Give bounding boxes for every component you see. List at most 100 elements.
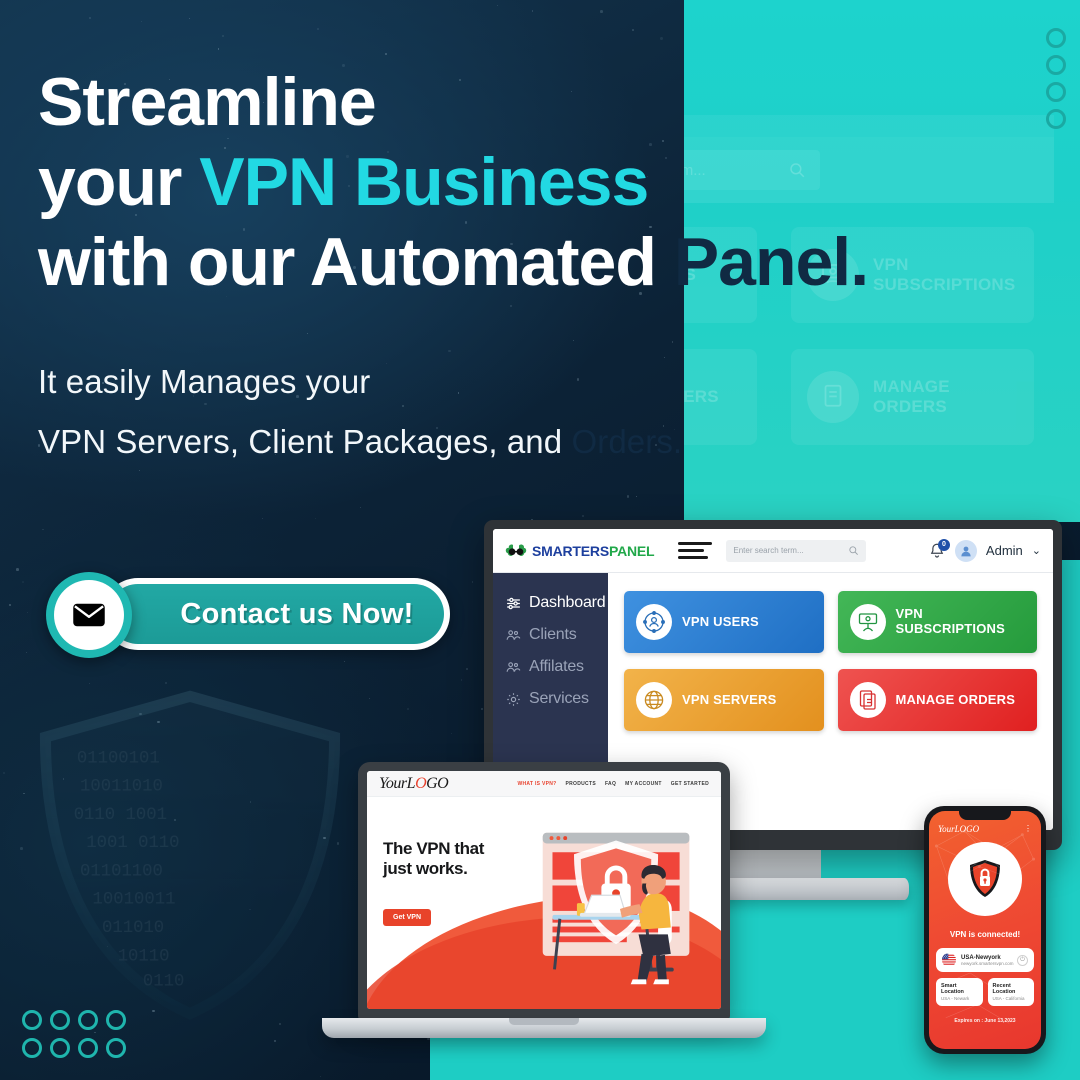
power-icon[interactable]: ⏻ <box>1017 954 1028 966</box>
card-vpn-subscriptions[interactable]: VPN SUBSCRIPTIONS <box>837 591 1037 653</box>
svg-text:011010: 011010 <box>102 919 164 938</box>
hero-subheadline: It easily Manages your VPN Servers, Clie… <box>38 352 938 472</box>
phone-bezel: YourLOGO ⋮ VPN is connected! USA-Newyork… <box>924 806 1046 1054</box>
ring-icon <box>1046 109 1066 129</box>
svg-text:01100101: 01100101 <box>77 749 160 768</box>
nav-link-get-started[interactable]: GET STARTED <box>671 781 709 787</box>
laptop-mockup: YourLOGO WHAT IS VPN? PRODUCTS FAQ MY AC… <box>322 762 766 1062</box>
nav-link-faq[interactable]: FAQ <box>605 781 616 787</box>
kebab-menu-icon[interactable]: ⋮ <box>1024 825 1032 832</box>
sidebar-item-label: Affilates <box>529 658 584 675</box>
gear-icon <box>507 692 520 706</box>
search-input[interactable]: Enter search term... <box>726 539 867 562</box>
money-hand-icon <box>849 604 886 640</box>
ring-icon <box>78 1010 98 1030</box>
headline-line-1: Streamline <box>38 64 377 140</box>
us-flag-icon <box>942 953 956 967</box>
nav-link-products[interactable]: PRODUCTS <box>566 781 596 787</box>
promo-banner: 01100101 10011010 0110 1001 1001 0110 0110… <box>0 0 1080 1080</box>
header-right-actions: 0 Admin ⌄ <box>928 538 1041 562</box>
laptop-trackpad-notch <box>509 1018 579 1025</box>
search-icon <box>849 546 859 555</box>
headline-accent: VPN Business <box>199 144 649 221</box>
card-label: VPN USERS <box>682 613 759 629</box>
headline-line-3: with our Automated Panel. <box>38 224 869 301</box>
website-hero: The VPN that just works. Get VPN <box>367 797 721 1009</box>
server-info: USA-Newyork newyork.smartersvpn.com <box>961 955 1014 966</box>
ring-icon <box>22 1010 42 1030</box>
card-label: MANAGE ORDERS <box>895 691 1016 707</box>
ring-icon <box>50 1010 70 1030</box>
website-navbar: YourLOGO WHAT IS VPN? PRODUCTS FAQ MY AC… <box>367 771 721 797</box>
shield-lock-icon <box>970 860 1000 897</box>
sidebar-item-clients[interactable]: Clients <box>493 619 608 651</box>
selected-server-row[interactable]: USA-Newyork newyork.smartersvpn.com ⏻ <box>936 948 1034 972</box>
card-vpn-users[interactable]: VPN USERS <box>624 591 824 653</box>
headline-dark-word: Panel. <box>673 224 869 301</box>
sidebar-item-services[interactable]: Services <box>493 683 608 715</box>
card-label: VPN SUBSCRIPTIONS <box>895 606 1006 636</box>
users-icon <box>506 629 521 640</box>
ring-icon <box>22 1038 42 1058</box>
hamburger-icon[interactable] <box>678 538 713 563</box>
phone-mockup: YourLOGO ⋮ VPN is connected! USA-Newyork… <box>924 806 1046 1054</box>
ring-icon <box>106 1038 126 1058</box>
nav-link-what-is-vpn[interactable]: WHAT IS VPN? <box>517 781 556 787</box>
website-logo[interactable]: YourLOGO <box>379 774 449 793</box>
svg-text:10011010: 10011010 <box>80 778 163 797</box>
card-label: VPN SERVERS <box>682 691 777 707</box>
users-icon <box>506 661 521 672</box>
svg-text:01101100: 01101100 <box>80 862 163 881</box>
cta-icon-circle[interactable] <box>46 572 132 658</box>
dashboard-header: SMARTERSPANEL Enter search term... 0 Adm… <box>493 529 1053 573</box>
ring-icon <box>106 1010 126 1030</box>
sidebar-item-dashboard[interactable]: Dashboard <box>493 587 608 619</box>
website-headline-line-1: The VPN that <box>383 839 484 858</box>
sidebar-item-affilates[interactable]: Affilates <box>493 651 608 683</box>
logo-o: O <box>415 774 427 792</box>
website-headline: The VPN that just works. <box>383 839 484 880</box>
ring-icon <box>1046 55 1066 75</box>
logo-l: L <box>406 774 416 792</box>
decorative-rings-bottom-left <box>22 1010 126 1058</box>
ring-icon <box>1046 28 1066 48</box>
server-url: newyork.smartersvpn.com <box>961 960 1014 966</box>
location-cards: Smart Location USA - Newark Recent Locat… <box>936 978 1034 1006</box>
subhead-line-2: VPN Servers, Client Packages, and Orders… <box>38 423 683 461</box>
laptop-lid: YourLOGO WHAT IS VPN? PRODUCTS FAQ MY AC… <box>358 762 730 1020</box>
svg-text:10110: 10110 <box>118 947 170 966</box>
hero-headline: Streamline your VPN Business with our Au… <box>38 62 938 303</box>
smart-location-card[interactable]: Smart Location USA - Newark <box>936 978 983 1006</box>
documents-icon <box>849 682 886 718</box>
svg-text:0110 1001: 0110 1001 <box>74 806 167 825</box>
sidebar-item-label: Clients <box>529 626 577 643</box>
recent-location-card[interactable]: Recent Location USA - California <box>987 978 1034 1006</box>
get-vpn-button[interactable]: Get VPN <box>383 909 432 926</box>
avatar[interactable] <box>954 539 977 562</box>
website-nav-links: WHAT IS VPN? PRODUCTS FAQ MY ACCOUNT GET… <box>517 781 709 787</box>
brain-glasses-icon <box>505 544 527 556</box>
account-label[interactable]: Admin <box>986 543 1023 558</box>
logo-secondary: PANEL <box>608 542 655 559</box>
globe-server-icon <box>636 682 672 718</box>
headline-line-2: your VPN Business <box>38 144 649 221</box>
card-manage-orders[interactable]: MANAGE ORDERS <box>837 669 1037 731</box>
notifications-button[interactable]: 0 <box>928 538 950 560</box>
notification-badge: 0 <box>937 538 950 551</box>
contact-us-button[interactable]: Contact us Now! <box>46 572 450 658</box>
sidebar-item-label: Dashboard <box>529 594 606 611</box>
logo-go: GO <box>426 774 449 792</box>
cta-pill[interactable]: Contact us Now! <box>102 578 450 650</box>
network-user-icon <box>636 604 672 640</box>
expiry-text: Expires on : June 13,2023 <box>954 1018 1016 1024</box>
nav-link-my-account[interactable]: MY ACCOUNT <box>625 781 662 787</box>
chevron-down-icon[interactable]: ⌄ <box>1032 544 1041 557</box>
connection-status-shield[interactable] <box>948 842 1022 916</box>
cta-pill-inner[interactable]: Contact us Now! <box>108 584 444 644</box>
sliders-icon <box>507 597 520 609</box>
decorative-rings-top-right <box>1046 28 1066 129</box>
card-vpn-servers[interactable]: VPN SERVERS <box>624 669 824 731</box>
user-avatar-icon <box>961 546 971 556</box>
envelope-icon <box>73 603 105 627</box>
smarters-panel-logo[interactable]: SMARTERSPANEL <box>505 542 655 560</box>
